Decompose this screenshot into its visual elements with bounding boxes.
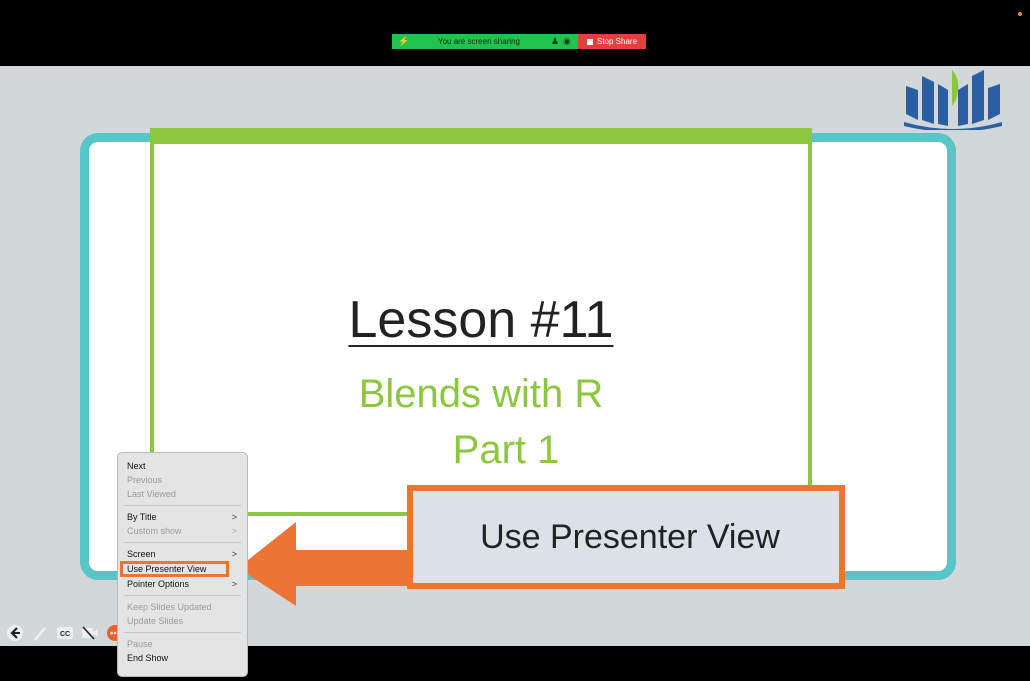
- slideshow-context-menu: Next Previous Last Viewed By Title > Cust…: [117, 452, 248, 677]
- menu-item-custom-show: Custom show >: [118, 524, 247, 538]
- slide-subtitle-line1: Blends with R: [358, 372, 604, 416]
- menu-item-label: Keep Slides Updated: [127, 602, 212, 612]
- menu-divider: [124, 595, 241, 596]
- menu-item-last-viewed: Last Viewed: [118, 487, 247, 501]
- submenu-chevron-icon: >: [231, 549, 237, 559]
- submenu-chevron-icon: >: [231, 526, 237, 536]
- screen-share-banner: ⚡ You are screen sharing ♟ ◉ Stop Share: [392, 34, 646, 49]
- menu-divider: [124, 632, 241, 633]
- share-status-area: ⚡ You are screen sharing ♟ ◉: [392, 34, 578, 49]
- slide-title: Lesson #11: [348, 291, 614, 349]
- menu-item-label: Use Presenter View: [127, 564, 207, 574]
- menu-item-end-show[interactable]: End Show: [118, 651, 247, 665]
- menu-item-label: End Show: [127, 653, 169, 663]
- menu-divider: [124, 505, 241, 506]
- stop-share-label: Stop Share: [596, 37, 638, 46]
- menu-item-label: Pointer Options: [127, 579, 190, 589]
- presenter-view-callout: Use Presenter View: [407, 485, 845, 589]
- menu-item-label: Last Viewed: [127, 489, 176, 499]
- share-lightning-icon: ⚡: [398, 36, 410, 46]
- menu-item-update-slides: Update Slides: [118, 614, 247, 628]
- recording-indicator-icon: [1018, 12, 1022, 16]
- participants-icon[interactable]: ♟: [551, 37, 560, 46]
- menu-item-keep-slides-updated: Keep Slides Updated: [118, 600, 247, 614]
- menu-item-label: Custom show: [127, 526, 182, 536]
- menu-item-previous: Previous: [118, 473, 247, 487]
- menu-item-label: Screen: [127, 549, 156, 559]
- menu-item-use-presenter-view[interactable]: Use Presenter View: [120, 561, 229, 577]
- menu-item-screen[interactable]: Screen >: [118, 547, 247, 561]
- menu-item-label: Pause: [127, 639, 153, 649]
- menu-item-pointer-options[interactable]: Pointer Options >: [118, 577, 247, 591]
- stop-square-icon: [586, 38, 593, 45]
- pointer-arrow-icon: [238, 522, 408, 606]
- slideshow-controls: CC: [6, 624, 124, 642]
- svg-text:CC: CC: [60, 631, 70, 638]
- top-bar: [0, 0, 1030, 66]
- captions-icon[interactable]: CC: [56, 624, 74, 642]
- menu-item-label: By Title: [127, 512, 157, 522]
- share-status-text: You are screen sharing: [438, 37, 520, 46]
- security-shield-icon[interactable]: ◉: [563, 37, 572, 46]
- video-off-icon[interactable]: [81, 624, 99, 642]
- menu-item-label: Update Slides: [127, 616, 184, 626]
- back-arrow-icon[interactable]: [6, 624, 24, 642]
- school-logo-icon: [904, 70, 1002, 130]
- submenu-chevron-icon: >: [231, 512, 237, 522]
- slide-subtitle-line2: Part 1: [452, 428, 560, 472]
- menu-divider: [124, 542, 241, 543]
- menu-item-next[interactable]: Next: [118, 459, 247, 473]
- menu-item-pause: Pause: [118, 637, 247, 651]
- callout-label: Use Presenter View: [480, 517, 780, 556]
- menu-item-label: Previous: [127, 475, 163, 485]
- menu-item-label: Next: [127, 461, 146, 471]
- stop-share-button[interactable]: Stop Share: [578, 34, 646, 49]
- menu-item-by-title[interactable]: By Title >: [118, 510, 247, 524]
- submenu-chevron-icon: >: [231, 579, 237, 589]
- pen-icon[interactable]: [31, 624, 49, 642]
